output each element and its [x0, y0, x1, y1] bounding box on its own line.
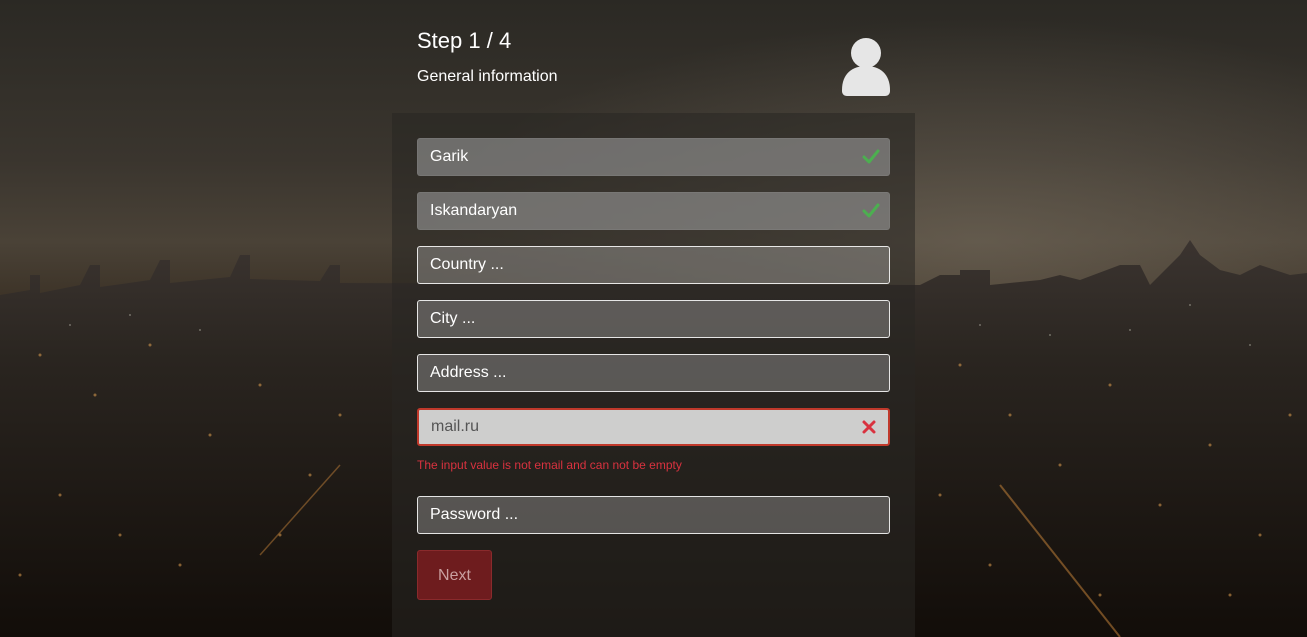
check-icon	[862, 203, 880, 218]
city-field[interactable]: City ...	[417, 300, 890, 338]
next-button[interactable]: Next	[417, 550, 492, 600]
cross-icon	[862, 420, 876, 434]
last-name-field[interactable]: Iskandaryan	[417, 192, 890, 230]
first-name-value: Garik	[430, 148, 469, 165]
user-icon	[842, 38, 890, 96]
password-field[interactable]: Password ...	[417, 496, 890, 534]
check-icon	[862, 149, 880, 164]
email-value: mail.ru	[431, 418, 480, 435]
country-field[interactable]: Country ...	[417, 246, 890, 284]
address-field[interactable]: Address ...	[417, 354, 890, 392]
email-error-message: The input value is not email and can not…	[417, 458, 682, 472]
step-indicator: Step 1 / 4	[417, 28, 512, 53]
section-subtitle: General information	[417, 68, 558, 85]
first-name-field[interactable]: Garik	[417, 138, 890, 176]
email-field[interactable]: mail.ru	[417, 408, 890, 446]
password-placeholder: Password ...	[430, 506, 519, 523]
last-name-value: Iskandaryan	[430, 202, 518, 219]
city-placeholder: City ...	[430, 310, 476, 327]
form-header: Step 1 / 4 General information	[417, 22, 890, 102]
address-placeholder: Address ...	[430, 364, 507, 381]
country-placeholder: Country ...	[430, 256, 504, 273]
